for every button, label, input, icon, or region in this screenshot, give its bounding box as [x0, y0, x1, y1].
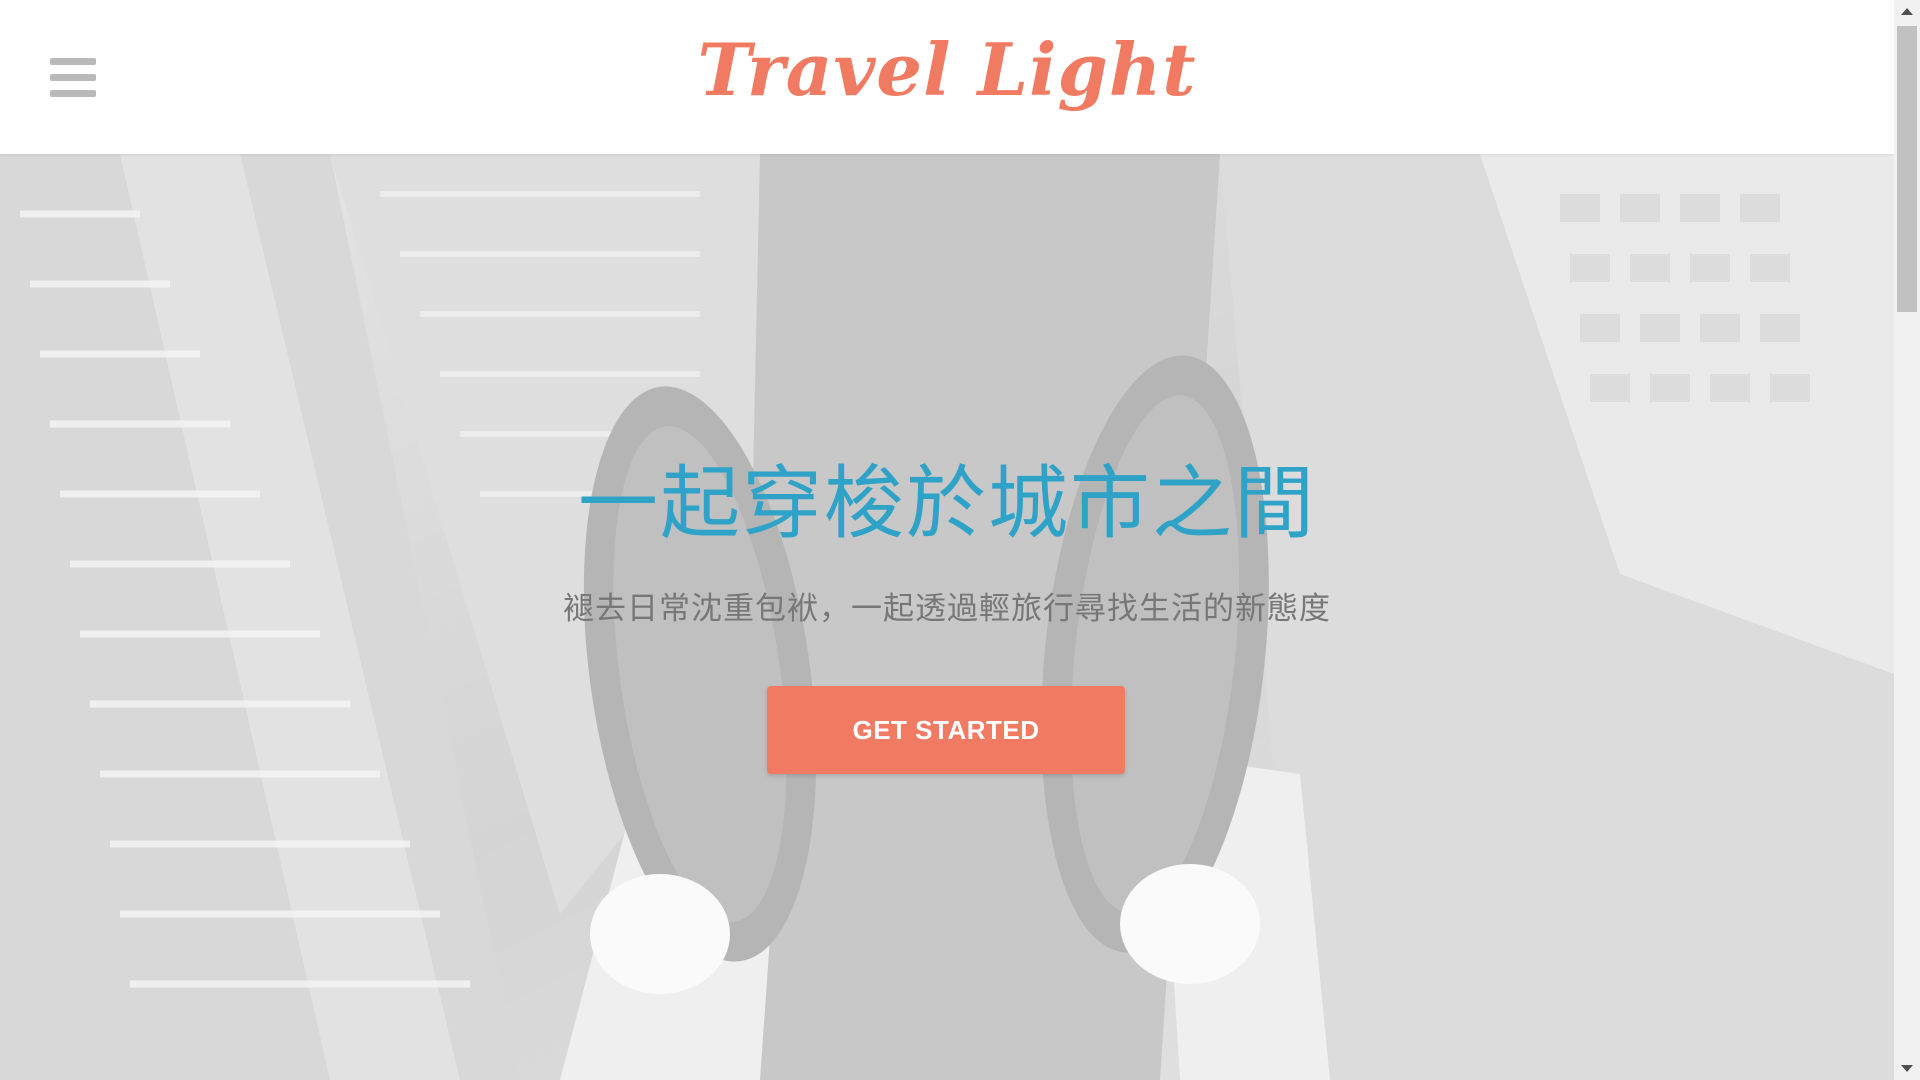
hero-title: 一起穿梭於城市之間: [578, 457, 1316, 550]
site-logo[interactable]: Travel Light: [0, 20, 1894, 120]
get-started-button[interactable]: GET STARTED: [767, 686, 1125, 774]
page: Travel Light 一起穿梭於城市之間 褪去日常沈重包袱，一起透過輕旅行尋…: [0, 0, 1920, 1080]
scrollbar-thumb[interactable]: [1897, 26, 1917, 312]
hero-section: 一起穿梭於城市之間 褪去日常沈重包袱，一起透過輕旅行尋找生活的新態度 GET S…: [0, 154, 1894, 1080]
site-header: Travel Light: [0, 0, 1894, 154]
scroll-down-arrow-icon[interactable]: [1894, 1058, 1920, 1080]
scroll-up-arrow-icon[interactable]: [1894, 0, 1920, 22]
vertical-scrollbar[interactable]: [1894, 0, 1920, 1080]
hero-subtitle: 褪去日常沈重包袱，一起透過輕旅行尋找生活的新態度: [563, 591, 1331, 627]
